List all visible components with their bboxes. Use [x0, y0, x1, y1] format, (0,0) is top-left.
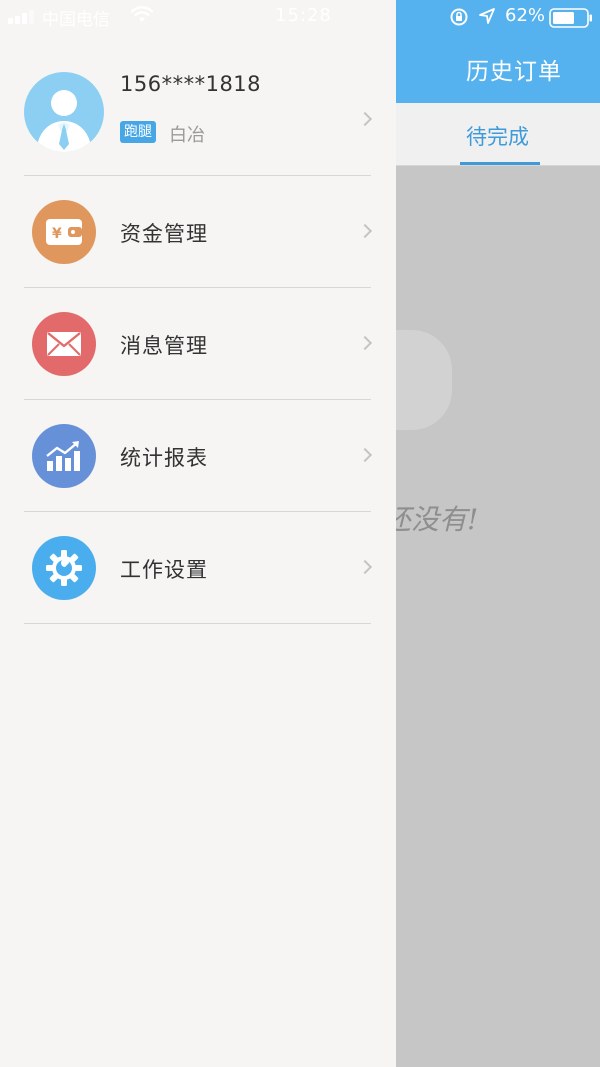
- envelope-icon: [32, 312, 96, 376]
- signal-icon: [8, 10, 38, 24]
- gear-wrench-icon: [32, 536, 96, 600]
- carrier-name: 中国电信: [42, 10, 110, 30]
- side-drawer: 156****1818 跑腿 白冶 ¥ 资金管理 消息管理 统计报表 工作设置: [0, 0, 396, 1067]
- chart-icon: [32, 424, 96, 488]
- wifi-icon: [130, 6, 154, 22]
- menu-item-funds[interactable]: ¥ 资金管理: [0, 176, 396, 288]
- chevron-right-icon: [357, 447, 373, 463]
- menu-label-messages: 消息管理: [120, 334, 208, 358]
- menu-item-reports[interactable]: 统计报表: [0, 400, 396, 512]
- menu-label-work-settings: 工作设置: [120, 558, 208, 582]
- battery-icon: [549, 8, 592, 28]
- chevron-right-icon: [357, 111, 373, 127]
- chevron-right-icon: [357, 335, 373, 351]
- rotation-lock-icon: [450, 8, 468, 26]
- menu-item-work-settings[interactable]: 工作设置: [0, 512, 396, 624]
- role-badge: 跑腿: [120, 121, 156, 143]
- status-bar: 中国电信 15:28 62%: [0, 0, 600, 34]
- profile-phone: 156****1818: [120, 72, 262, 96]
- tab-active-indicator: [460, 162, 540, 165]
- location-arrow-icon: [479, 8, 495, 24]
- user-avatar-icon: [36, 90, 92, 152]
- wallet-icon: ¥: [32, 200, 96, 264]
- tab-pending[interactable]: 待完成: [466, 121, 529, 151]
- menu-item-messages[interactable]: 消息管理: [0, 288, 396, 400]
- empty-state-text: 还没有!: [383, 503, 479, 536]
- clock: 15:28: [275, 5, 332, 26]
- battery-percentage: 62%: [505, 5, 546, 26]
- menu-label-reports: 统计报表: [120, 446, 208, 470]
- profile-row[interactable]: 156****1818 跑腿 白冶: [0, 58, 396, 176]
- svg-text:¥: ¥: [52, 226, 62, 242]
- chevron-right-icon: [357, 559, 373, 575]
- divider: [24, 623, 371, 624]
- history-orders-title[interactable]: 历史订单: [466, 52, 562, 86]
- avatar[interactable]: [24, 72, 104, 152]
- menu-label-funds: 资金管理: [120, 222, 208, 246]
- profile-name: 白冶: [169, 125, 205, 146]
- chevron-right-icon: [357, 223, 373, 239]
